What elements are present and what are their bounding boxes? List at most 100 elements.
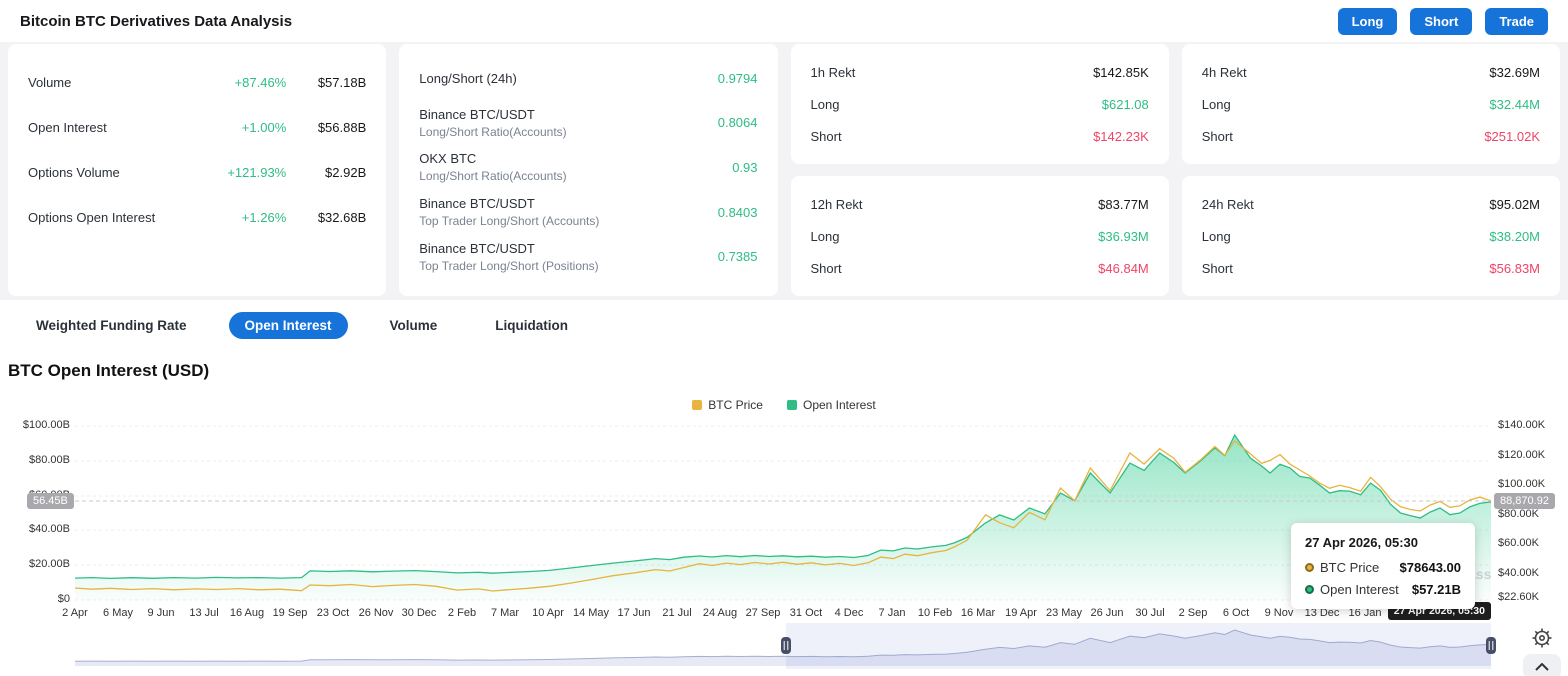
legend-label: Open Interest [802,398,876,412]
ratio-value: 0.8064 [717,115,758,131]
x-axis-tick: 13 Jul [189,607,219,619]
ratio-row-okx-accounts: OKX BTC Long/Short Ratio(Accounts) 0.93 [419,145,757,190]
ratio-row-24h: Long/Short (24h) 0.9794 [419,56,757,101]
ratio-label: Binance BTC/USDT [419,196,535,212]
legend-item-open-interest[interactable]: Open Interest [786,397,876,413]
chart-title: BTC Open Interest (USD) [8,361,210,380]
rekt-short-label: Short [1201,128,1233,144]
btc-price-last-value-badge: 88,870.92 [1494,493,1555,509]
tab-volume[interactable]: Volume [374,312,454,339]
x-axis-tick: 26 Jun [1090,607,1124,619]
x-axis-tick: 6 May [103,607,133,619]
legend-item-btc-price[interactable]: BTC Price [692,397,763,413]
tooltip-row-open-interest: Open Interest $57.21B [1305,582,1461,597]
x-axis-tick: 27 Sep [745,607,781,619]
stat-label: Options Volume [28,165,120,180]
rekt-total: $83.77M [1098,196,1149,212]
rekt-long-label: Long [1201,96,1231,112]
tab-liquidation[interactable]: Liquidation [479,312,584,339]
page-title: Bitcoin BTC Derivatives Data Analysis [20,12,293,30]
x-axis-tick: 2 Feb [447,607,477,619]
x-axis-tick: 17 Jun [617,607,651,619]
legend-label: BTC Price [708,398,763,412]
x-axis-tick: 9 Jun [147,607,175,619]
rekt-long-value: $621.08 [1101,96,1149,112]
tab-weighted-funding-rate[interactable]: Weighted Funding Rate [20,312,203,339]
tooltip-value: $57.21B [1411,582,1461,597]
ratio-value: 0.7385 [717,249,758,265]
rekt-total: $95.02M [1489,196,1540,212]
ratio-sublabel: Long/Short Ratio(Accounts) [419,124,567,139]
rekt-short-value: $46.84M [1098,260,1149,276]
x-axis-tick: 4 Dec [834,607,864,619]
x-axis-tick: 23 May [1045,607,1083,619]
x-axis-tick: 16 Mar [960,607,996,619]
rekt-long-value: $36.93M [1098,228,1149,244]
ratio-label: Binance BTC/USDT [419,240,535,256]
rekt-total: $142.85K [1093,64,1149,80]
navigator-handle-left[interactable] [781,637,791,654]
x-axis-tick: 9 Nov [1264,607,1294,619]
tab-open-interest[interactable]: Open Interest [228,312,348,339]
rekt-1h-card: 1h Rekt $142.85K Long $621.08 Short $142.23… [790,44,1169,164]
tooltip-row-btc-price: BTC Price $78643.00 [1305,560,1461,575]
ratio-label: Binance BTC/USDT [419,106,535,122]
tooltip-timestamp: 27 Apr 2026, 05:30 [1305,535,1418,550]
btc-price-legend-swatch [692,400,703,410]
summary-cards-area: Volume +87.46% $57.18B Open Interest +1.… [0,42,1568,300]
x-axis-tick: 30 Dec [401,607,437,619]
trade-button[interactable]: Trade [1485,7,1548,35]
x-axis-tick: 10 Apr [532,607,564,619]
stat-row-volume: Volume +87.46% $57.18B [28,60,366,105]
ratio-value: 0.93 [732,159,758,175]
x-axis-tick: 10 Feb [917,607,953,619]
header-actions: Long Short Trade [1337,7,1548,35]
rekt-short-value: $251.02K [1484,128,1540,144]
tooltip-value: $78643.00 [1399,560,1461,575]
rekt-4h-card: 4h Rekt $32.69M Long $32.44M Short $251.02K [1181,44,1560,164]
stat-label: Options Open Interest [28,210,156,225]
ratio-sublabel: Top Trader Long/Short (Accounts) [419,214,600,229]
rekt-long-value: $32.44M [1489,96,1540,112]
rekt-total: $32.69M [1489,64,1540,80]
rekt-short-label: Short [810,260,842,276]
x-axis-tick: 30 Jul [1135,607,1165,619]
stat-label: Volume [28,75,72,90]
right-axis-tick: $140.00K [1498,419,1546,431]
ratio-row-binance-accounts: Binance BTC/USDT Long/Short Ratio(Accoun… [419,101,757,146]
stat-value: $56.88B [317,120,367,135]
stat-value: $2.92B [325,165,367,180]
rekt-short-value: $56.83M [1489,260,1540,276]
x-axis-tick: 6 Oct [1222,607,1250,619]
navigator-handle-right[interactable] [1486,637,1496,654]
x-axis-tick: 19 Sep [272,607,308,619]
x-axis-tick: 23 Oct [316,607,350,619]
open-interest-chart[interactable]: $100.00B$80.00B$60.00B$40.00B$20.00B$0 $… [0,413,1568,676]
settings-gear-icon[interactable] [1529,625,1555,651]
short-button[interactable]: Short [1410,7,1473,35]
stat-label: Open Interest [28,120,107,135]
left-axis-tick: $20.00B [29,558,70,570]
stat-row-open-interest: Open Interest +1.00% $56.88B [28,105,366,150]
open-interest-legend-swatch [786,400,797,410]
stat-row-options-open-interest: Options Open Interest +1.26% $32.68B [28,195,366,240]
rekt-12h-card: 12h Rekt $83.77M Long $36.93M Short $46.84M [790,176,1169,296]
x-axis-tick: 7 Mar [490,607,520,619]
x-axis-tick: 19 Apr [1005,607,1037,619]
ratio-label: OKX BTC [419,151,477,167]
right-axis-tick: $80.00K [1498,508,1539,520]
x-axis-tick: 2 Sep [1178,607,1208,619]
open-interest-area [75,435,1491,600]
ratio-sublabel: Long/Short Ratio(Accounts) [419,169,567,184]
long-button[interactable]: Long [1337,7,1398,35]
x-axis-tick: 16 Aug [229,607,265,619]
ratio-sublabel: Top Trader Long/Short (Positions) [419,258,599,273]
x-axis-tick: 24 Aug [702,607,738,619]
page-header: Bitcoin BTC Derivatives Data Analysis Lo… [0,0,1568,42]
rekt-title: 24h Rekt [1201,196,1254,212]
chevron-up-icon [1535,662,1549,671]
rekt-short-label: Short [1201,260,1233,276]
navigator-selected-range[interactable] [786,623,1491,669]
collapse-chart-button[interactable] [1523,654,1561,676]
rekt-24h-card: 24h Rekt $95.02M Long $38.20M Short $56.83M [1181,176,1560,296]
